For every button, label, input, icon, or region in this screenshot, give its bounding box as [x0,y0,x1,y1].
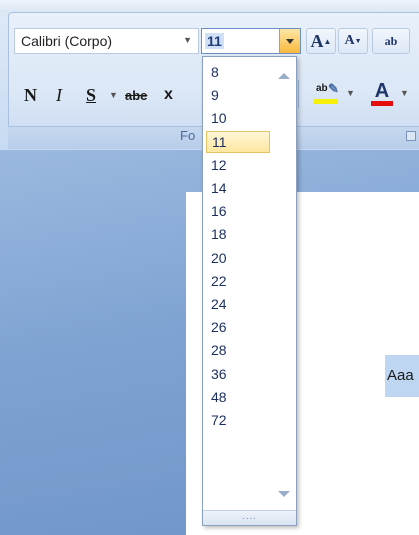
font-size-option[interactable]: 26 [206,316,270,338]
toolbar-separator [298,80,299,108]
scroll-down-icon[interactable] [278,491,290,497]
font-name-value: Calibri (Corpo) [21,33,113,49]
scroll-up-icon[interactable] [278,73,290,79]
font-color-button[interactable]: A [369,80,395,106]
font-color-icon: A [374,80,390,102]
highlight-dropdown-icon[interactable]: ▼ [346,88,355,98]
grow-font-button[interactable]: A ▲ [306,28,336,54]
font-size-option[interactable]: 72 [206,409,270,431]
font-size-option[interactable]: 22 [206,270,270,292]
grow-font-icon: A [310,30,324,51]
clear-formatting-button[interactable]: ab [372,28,410,54]
shrink-font-icon: A [344,33,355,48]
font-color-swatch [371,101,393,106]
font-size-option[interactable]: 11 [206,130,270,153]
font-group-caption: Fo [180,128,196,143]
resize-grip[interactable]: .... [203,510,296,525]
font-size-option[interactable]: 14 [206,177,270,199]
font-size-value[interactable]: 11 [205,33,224,49]
font-size-dropdown[interactable]: 8 9 10 11 12 14 16 18 20 22 24 26 28 36 48 72 .... [202,56,297,526]
shrink-font-button[interactable]: A ▼ [338,28,368,54]
strikethrough-button[interactable]: abe [125,82,147,108]
font-size-option[interactable]: 9 [206,84,270,106]
underline-button[interactable]: S [86,82,96,108]
clear-formatting-icon: ab [384,33,398,48]
highlight-button[interactable]: ab ✎ [312,81,342,105]
highlight-icon: ab [316,83,328,94]
font-size-option[interactable]: 12 [206,154,270,176]
font-size-option[interactable]: 48 [206,386,270,408]
font-size-combo[interactable]: 11 [201,28,301,54]
font-size-option[interactable]: 20 [206,247,270,269]
font-color-dropdown-icon[interactable]: ▼ [400,88,409,98]
font-size-option[interactable]: 16 [206,200,270,222]
font-name-combo[interactable]: Calibri (Corpo) ▼ [14,28,199,54]
pen-icon: ✎ [328,81,339,96]
font-size-option[interactable]: 24 [206,293,270,315]
font-size-option[interactable]: 28 [206,339,270,361]
underline-dropdown-icon[interactable]: ▼ [109,82,118,108]
font-size-dropdown-button[interactable] [279,29,300,53]
ribbon-tab-strip [0,0,419,12]
italic-button[interactable]: I [56,82,62,108]
font-size-option[interactable]: 18 [206,223,270,245]
font-dialog-launcher-icon[interactable] [406,131,416,141]
subscript-button[interactable]: x [164,82,173,108]
highlight-color-swatch [314,99,338,104]
font-size-option[interactable]: 10 [206,107,270,129]
chevron-down-icon[interactable]: ▼ [183,35,192,45]
font-size-option[interactable]: 36 [206,363,270,385]
font-size-option[interactable]: 8 [206,61,270,83]
dropdown-scrollbar[interactable] [274,59,294,505]
bold-button[interactable]: N [24,82,37,108]
quick-style-preview[interactable]: Aaa [385,355,419,397]
